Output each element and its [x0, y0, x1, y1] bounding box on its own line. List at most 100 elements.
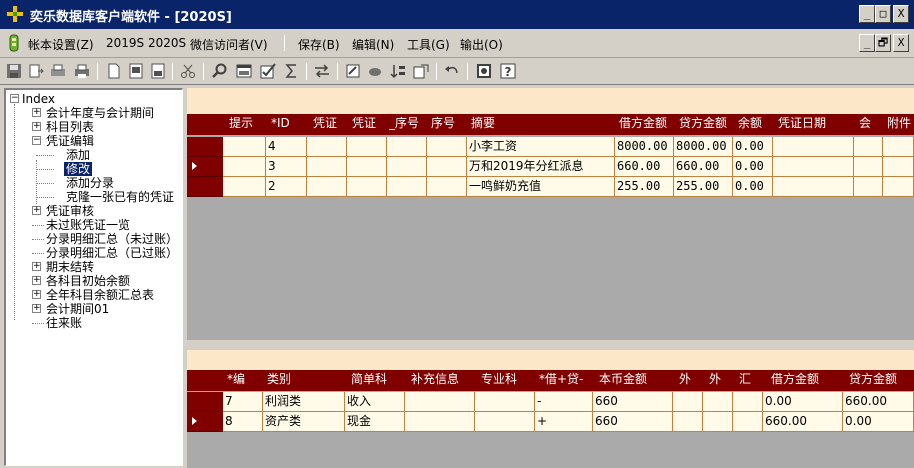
cell-local-amount[interactable]: 660 [593, 392, 673, 412]
cell-debit[interactable]: 255.00 [615, 177, 674, 197]
cell-seq-underscore[interactable] [387, 137, 427, 157]
row-header[interactable] [187, 137, 223, 157]
transfer-icon[interactable] [314, 63, 330, 79]
cell-simple-account[interactable]: 收入 [345, 392, 405, 412]
tree-node-clone-voucher[interactable]: 克隆一张已有的凭证 [66, 190, 174, 204]
cell-entry-no[interactable]: 8 [223, 412, 263, 432]
cell-credit[interactable]: 255.00 [674, 177, 733, 197]
save-icon[interactable] [6, 63, 22, 79]
navigation-tree[interactable]: − Index + 会计年度与会计期间 + 科目列表 − 凭证编辑 添加 修改 … [4, 88, 183, 466]
col-header-hint[interactable]: 提示 [229, 114, 253, 135]
title-bar[interactable]: 奕乐数据库客户端软件 - [2020S] _ □ X [0, 0, 914, 29]
tree-node-modify[interactable]: 修改 [64, 162, 93, 176]
cell-entry-credit[interactable]: 660.00 [843, 392, 914, 412]
row-header-current[interactable] [187, 412, 223, 432]
cell-voucher-a[interactable] [307, 177, 347, 197]
col-header-voucher-b[interactable]: 凭证 [352, 114, 376, 135]
tree-root-index[interactable]: Index [22, 92, 55, 106]
open-icon[interactable] [28, 63, 44, 79]
cell-rate[interactable] [733, 412, 763, 432]
col-header-pro-account[interactable]: 专业科 [481, 370, 517, 391]
menu-save[interactable]: 保存(B) [298, 36, 340, 53]
col-header-entry-no[interactable]: *编 [227, 370, 245, 391]
cell-debit[interactable]: 8000.00 [615, 137, 674, 157]
cell-voucher-b[interactable] [347, 157, 387, 177]
menu-2020s[interactable]: 2020S [148, 36, 186, 50]
close-button[interactable]: X [893, 5, 909, 23]
cell-category[interactable]: 资产类 [263, 412, 345, 432]
col-header-attachment[interactable]: 附件 [887, 114, 911, 135]
screen-icon[interactable] [476, 63, 492, 79]
cloud-icon[interactable] [367, 63, 383, 79]
entry-grid[interactable]: *编 类别 简单科 补充信息 专业科 *借+贷- 本币金额 外 外 汇 借方金额… [187, 350, 914, 468]
row-header[interactable] [187, 177, 223, 197]
cell-seq[interactable] [427, 157, 467, 177]
tree-node-opening-balances[interactable]: 各科目初始余额 [46, 274, 130, 288]
table-row[interactable]: 7 利润类 收入 - 660 0.00 660.00 [187, 392, 914, 412]
cell-summary[interactable]: 万和2019年分红派息 [467, 157, 615, 177]
cell-rate[interactable] [733, 392, 763, 412]
cell-debit[interactable]: 660.00 [615, 157, 674, 177]
maximize-button[interactable]: □ [875, 5, 891, 23]
cell-entry-debit[interactable]: 660.00 [763, 412, 843, 432]
window-icon[interactable] [236, 63, 252, 79]
tree-node-period-01[interactable]: 会计期间01 [46, 302, 109, 316]
tree-node-add-entry[interactable]: 添加分录 [66, 176, 114, 190]
cell-attachment[interactable] [883, 157, 914, 177]
cell-seq[interactable] [427, 137, 467, 157]
cell-local-amount[interactable]: 660 [593, 412, 673, 432]
table-row[interactable]: 3 万和2019年分红派息 660.00 660.00 0.00 [187, 157, 914, 177]
cell-balance[interactable]: 0.00 [733, 177, 773, 197]
cell-id[interactable]: 3 [266, 157, 307, 177]
col-header-simple-account[interactable]: 简单科 [351, 370, 387, 391]
cell-accounting[interactable] [854, 137, 883, 157]
col-header-balance[interactable]: 余额 [738, 114, 762, 135]
tree-expander[interactable]: + [32, 290, 41, 299]
col-header-extra-info[interactable]: 补充信息 [411, 370, 459, 391]
table-row[interactable]: 4 小李工资 8000.00 8000.00 0.00 [187, 137, 914, 157]
tree-node-voucher-audit[interactable]: 凭证审核 [46, 204, 94, 218]
cell-foreign-b[interactable] [703, 412, 733, 432]
col-header-entry-credit[interactable]: 贷方金额 [849, 370, 897, 391]
col-header-seq[interactable]: 序号 [431, 114, 455, 135]
cell-hint[interactable] [223, 137, 266, 157]
tree-expander[interactable]: + [32, 108, 41, 117]
document-mdi-icon[interactable] [6, 34, 22, 52]
cell-seq-underscore[interactable] [387, 157, 427, 177]
tree-node-entry-summary-posted[interactable]: 分录明细汇总（已过账） [46, 246, 178, 260]
edit-icon[interactable] [345, 63, 361, 79]
tree-expander[interactable]: − [32, 136, 41, 145]
cell-extra-info[interactable] [405, 412, 475, 432]
table-row[interactable]: 2 一鸣鲜奶充值 255.00 255.00 0.00 [187, 177, 914, 197]
tree-node-period-end-transfer[interactable]: 期末结转 [46, 260, 94, 274]
cell-entry-debit[interactable]: 0.00 [763, 392, 843, 412]
child-minimize-button[interactable]: _ [859, 34, 875, 52]
cell-debit-credit-sign[interactable]: - [535, 392, 593, 412]
print-icon[interactable] [74, 63, 90, 79]
col-header-credit[interactable]: 贷方金额 [679, 114, 727, 135]
child-close-button[interactable]: X [893, 34, 909, 52]
col-header-accounting[interactable]: 会 [859, 114, 871, 135]
col-header-seq-underscore[interactable]: _序号 [389, 114, 419, 135]
col-header-debit[interactable]: 借方金额 [619, 114, 667, 135]
cell-foreign-a[interactable] [673, 412, 703, 432]
help-icon[interactable]: ? [500, 63, 516, 79]
form-icon[interactable] [128, 63, 144, 79]
menu-tools[interactable]: 工具(G) [407, 36, 450, 53]
cell-voucher-b[interactable] [347, 177, 387, 197]
table-row[interactable]: 8 资产类 现金 + 660 660.00 0.00 [187, 412, 914, 432]
cell-category[interactable]: 利润类 [263, 392, 345, 412]
cell-accounting[interactable] [854, 157, 883, 177]
grid-splitter[interactable] [187, 340, 914, 350]
print-preview-icon[interactable] [50, 63, 66, 79]
cell-id[interactable]: 4 [266, 137, 307, 157]
search-icon[interactable] [212, 63, 228, 79]
tree-node-current-accounts[interactable]: 往来账 [46, 316, 82, 330]
sum-icon[interactable] [284, 63, 300, 79]
cell-attachment[interactable] [883, 137, 914, 157]
cut-icon[interactable] [180, 63, 196, 79]
cell-simple-account[interactable]: 现金 [345, 412, 405, 432]
cell-credit[interactable]: 660.00 [674, 157, 733, 177]
tree-node-voucher-edit[interactable]: 凭证编辑 [46, 134, 94, 148]
cell-voucher-date[interactable] [773, 157, 854, 177]
